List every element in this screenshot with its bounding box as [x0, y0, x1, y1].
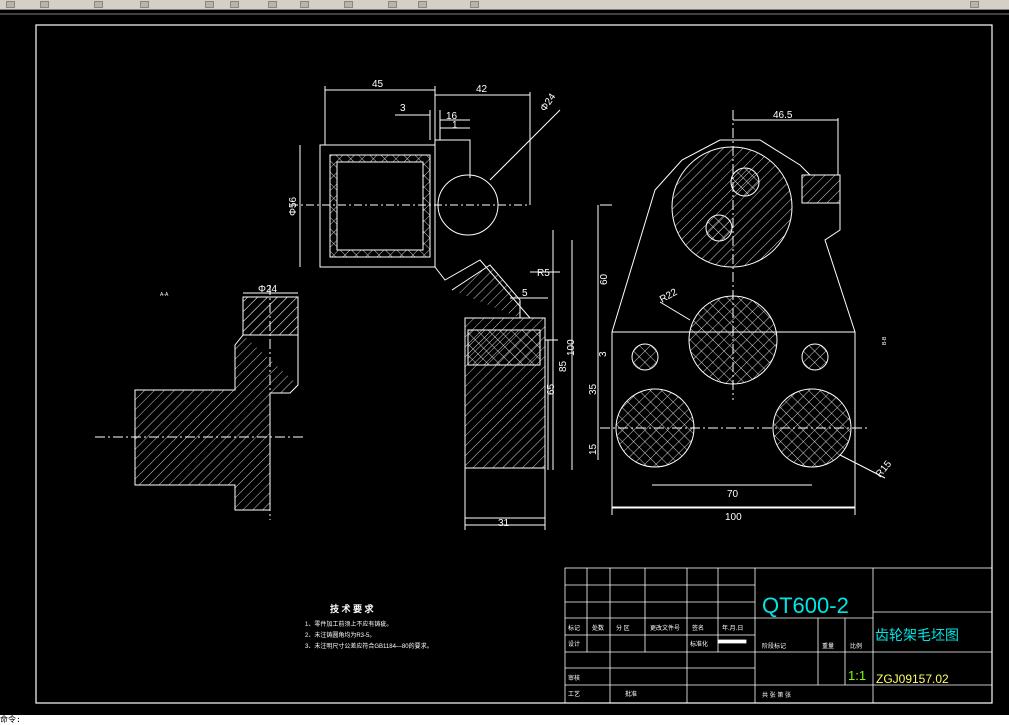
dim-phi24-top: Φ24 — [538, 91, 558, 113]
properties-icon[interactable] — [268, 1, 277, 8]
tb-zhongliang: 重量 — [822, 642, 834, 650]
middle-view — [290, 86, 573, 530]
tb-shenhe: 审核 — [568, 674, 580, 682]
tech-req-item-2: 2、未注铸圆角均为R3-5。 — [305, 631, 375, 639]
sheet-set-icon[interactable] — [388, 1, 397, 8]
markup-icon[interactable] — [418, 1, 427, 8]
dim-60: 60 — [599, 273, 610, 285]
tb-bili: 比例 — [850, 642, 862, 650]
zoom-previous-icon[interactable] — [230, 1, 239, 8]
dim-70: 70 — [727, 489, 739, 500]
dim-31: 31 — [498, 518, 510, 529]
command-line[interactable]: 命令: — [0, 715, 1009, 725]
dim-r22: R22 — [658, 287, 680, 306]
tb-pizhun: 批准 — [625, 690, 637, 698]
zoom-realtime-icon[interactable] — [140, 1, 149, 8]
undo-icon[interactable] — [6, 1, 15, 8]
dim-45: 45 — [372, 79, 384, 90]
tb-jieduan: 阶段标记 — [762, 642, 786, 650]
scale-value: 1:1 — [848, 668, 866, 683]
dim-85: 85 — [558, 360, 569, 372]
tech-req-title: 技 术 要 求 — [330, 603, 375, 614]
tb-gongyi: 工艺 — [568, 690, 580, 698]
tb-biaoji: 标记 — [568, 624, 580, 632]
dim-phi24-left: Φ24 — [258, 284, 278, 295]
cad-toolbar — [0, 0, 1009, 10]
dim-3: 3 — [400, 103, 406, 114]
section-label-left: A-A — [160, 292, 169, 298]
dim-15: 15 — [588, 443, 599, 455]
zoom-window-icon[interactable] — [205, 1, 214, 8]
pan-icon[interactable] — [94, 1, 103, 8]
dim-100-vertical: 100 — [566, 339, 577, 356]
dim-5: 5 — [522, 288, 528, 299]
tb-gengai: 更改文件号 — [650, 624, 680, 632]
dim-100-horizontal: 100 — [725, 512, 742, 523]
dim-1: 1 — [452, 120, 458, 131]
dim-42: 42 — [476, 84, 488, 95]
tech-requirements: 技 术 要 求 1、零件加工前须上不应有铸疵。 2、未注铸圆角均为R3-5。 3… — [305, 603, 433, 650]
dim-r15: R15 — [874, 458, 895, 479]
tb-qianming: 签名 — [692, 624, 704, 632]
tb-biaozhunhua: 标准化 — [690, 640, 708, 648]
dim-3-vertical: 3 — [598, 351, 609, 357]
dim-phi56: Φ56 — [288, 196, 299, 216]
command-prompt: 命令: — [0, 715, 21, 724]
right-front-view — [597, 110, 886, 515]
tool-palettes-icon[interactable] — [344, 1, 353, 8]
left-section-view — [95, 285, 305, 520]
part-name: 齿轮架毛坯图 — [875, 627, 959, 643]
section-label-right: B-B — [882, 336, 888, 345]
dim-35: 35 — [588, 383, 599, 395]
material-label: QT600-2 — [762, 593, 849, 618]
calculator-icon[interactable] — [470, 1, 479, 8]
drawing-canvas[interactable]: 45 42 3 16 1 Φ24 Φ56 R5 5 100 85 65 31 Φ… — [0, 10, 1009, 715]
dim-46-5: 46.5 — [773, 110, 793, 121]
tb-nianyueri: 年.月.日 — [722, 624, 743, 632]
design-center-icon[interactable] — [300, 1, 309, 8]
dim-r5: R5 — [537, 268, 550, 279]
tb-fenqu: 分 区 — [616, 624, 630, 632]
tb-gong-zhang: 共 张 第 张 — [762, 691, 791, 699]
tech-req-item-3: 3、未注明尺寸公差应符合GB1184—80的要求。 — [305, 642, 433, 650]
redo-icon[interactable] — [40, 1, 49, 8]
tech-req-item-1: 1、零件加工前须上不应有铸疵。 — [305, 620, 392, 628]
dim-65: 65 — [546, 383, 557, 395]
tb-chushu: 处数 — [592, 624, 604, 632]
tb-sheji: 设计 — [568, 640, 580, 648]
help-icon[interactable] — [970, 1, 979, 8]
drawing-code: ZGJ09157.02 — [876, 672, 949, 686]
